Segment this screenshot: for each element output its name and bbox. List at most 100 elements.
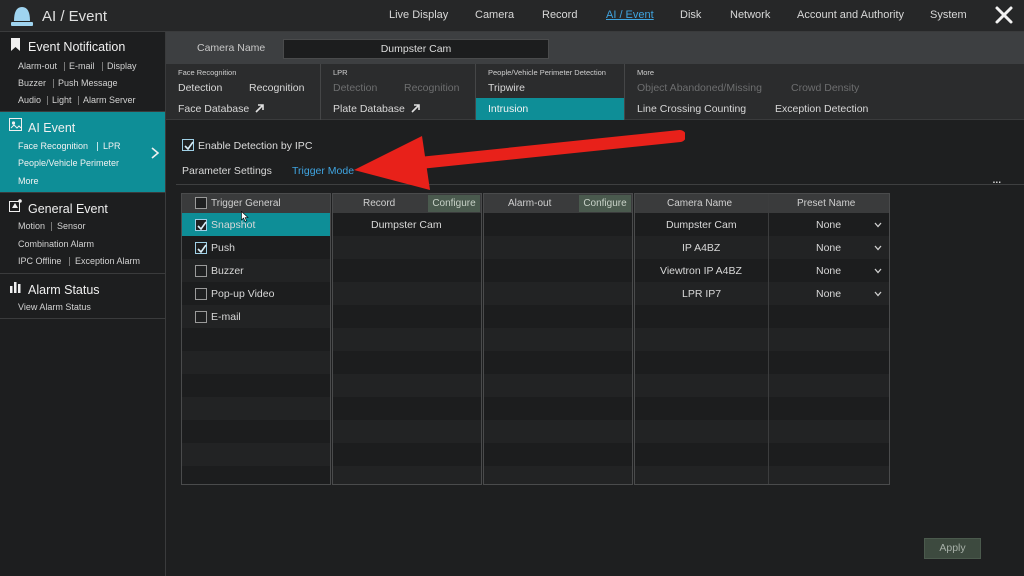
- sidebar-item-motion[interactable]: Motion: [18, 221, 45, 231]
- sidebar-item-combination-alarm[interactable]: Combination Alarm: [18, 239, 94, 249]
- preset-select[interactable]: None: [816, 219, 841, 231]
- tab-trigger-mode[interactable]: Trigger Mode: [292, 165, 354, 177]
- push-label: Push: [211, 242, 235, 254]
- column-divider: [768, 194, 769, 484]
- sidebar-item-ipc-offline[interactable]: IPC Offline: [18, 256, 61, 266]
- divider: [97, 142, 98, 151]
- divider: [64, 62, 65, 71]
- external-link-icon: [255, 104, 265, 113]
- nav-system[interactable]: System: [930, 9, 967, 21]
- chevron-down-icon[interactable]: [874, 268, 882, 274]
- table-row: [182, 443, 330, 466]
- more-options-icon[interactable]: ...: [992, 170, 1002, 186]
- divider: [102, 62, 103, 71]
- face-detection-link[interactable]: Detection: [178, 82, 222, 94]
- sidebar-item-light[interactable]: Light: [52, 95, 72, 105]
- divider: [53, 79, 54, 88]
- sidebar-item-email[interactable]: E-mail: [69, 61, 95, 71]
- sidebar-item-buzzer[interactable]: Buzzer: [18, 78, 46, 88]
- preset-select[interactable]: None: [816, 242, 841, 254]
- chevron-down-icon[interactable]: [874, 245, 882, 251]
- intrusion-link[interactable]: Intrusion: [488, 103, 528, 115]
- table-row: [484, 328, 632, 351]
- sidebar-item-more[interactable]: More: [18, 176, 39, 186]
- checkmark-icon: [197, 244, 207, 254]
- alarm-out-header: Alarm-out: [508, 198, 552, 209]
- sidebar-item-display[interactable]: Display: [107, 61, 137, 71]
- nav-ai-event[interactable]: AI / Event: [606, 9, 654, 21]
- trigger-general-panel: Trigger General Snapshot Push Buzzer Pop…: [181, 193, 331, 485]
- table-row: [333, 374, 481, 397]
- sidebar-section-general-event[interactable]: General Event Motion Sensor Combination …: [0, 193, 165, 274]
- preset-select[interactable]: None: [816, 265, 841, 277]
- divider: [69, 257, 70, 266]
- lpr-recognition-link[interactable]: Recognition: [404, 82, 459, 94]
- sidebar-section-alarm-status[interactable]: Alarm Status View Alarm Status: [0, 274, 165, 319]
- face-database-link[interactable]: Face Database: [178, 103, 265, 115]
- nav-record[interactable]: Record: [542, 9, 577, 21]
- preset-camera-cell: IP A4BZ: [682, 242, 721, 254]
- table-row: [333, 236, 481, 259]
- table-row: [635, 282, 889, 305]
- record-panel: Record Configure Dumpster Cam: [332, 193, 482, 485]
- chevron-down-icon[interactable]: [874, 222, 882, 228]
- app-title: AI / Event: [42, 8, 108, 25]
- camera-select[interactable]: Dumpster Cam: [283, 39, 549, 59]
- table-row: [484, 236, 632, 259]
- alarm-out-configure-button[interactable]: Configure: [579, 195, 631, 212]
- push-checkbox[interactable]: [195, 242, 207, 254]
- preset-select[interactable]: None: [816, 288, 841, 300]
- record-camera-cell[interactable]: Dumpster Cam: [371, 219, 442, 231]
- apply-button[interactable]: Apply: [924, 538, 981, 559]
- exception-detection-link[interactable]: Exception Detection: [775, 103, 868, 115]
- table-row: [182, 351, 330, 374]
- enable-detection-checkbox[interactable]: [182, 139, 194, 151]
- trigger-all-checkbox[interactable]: [195, 197, 207, 209]
- sidebar-section-event-notification[interactable]: Event Notification Alarm-out E-mail Disp…: [0, 32, 165, 112]
- popup-video-checkbox[interactable]: [195, 288, 207, 300]
- crowd-density-link[interactable]: Crowd Density: [791, 82, 859, 94]
- nav-network[interactable]: Network: [730, 9, 770, 21]
- record-configure-button[interactable]: Configure: [428, 195, 480, 212]
- object-abandoned-link[interactable]: Object Abandoned/Missing: [637, 82, 762, 94]
- nav-disk[interactable]: Disk: [680, 9, 701, 21]
- snapshot-checkbox[interactable]: [195, 219, 207, 231]
- sidebar-item-push-message[interactable]: Push Message: [58, 78, 118, 88]
- sidebar-item-exception-alarm[interactable]: Exception Alarm: [75, 256, 140, 266]
- table-row: [182, 397, 330, 420]
- plate-database-link[interactable]: Plate Database: [333, 103, 421, 115]
- sidebar-item-alarm-server[interactable]: Alarm Server: [83, 95, 136, 105]
- sidebar-item-perimeter[interactable]: People/Vehicle Perimeter: [18, 158, 119, 168]
- preset-panel: Camera Name Preset Name Dumpster Cam Non…: [634, 193, 890, 485]
- sidebar-item-lpr[interactable]: LPR: [103, 141, 121, 151]
- chevron-down-icon[interactable]: [874, 291, 882, 297]
- sidebar-item-view-alarm-status[interactable]: View Alarm Status: [18, 302, 91, 312]
- nav-live-display[interactable]: Live Display: [389, 9, 448, 21]
- line-crossing-counting-link[interactable]: Line Crossing Counting: [637, 103, 746, 115]
- popup-video-label: Pop-up Video: [211, 288, 275, 300]
- table-row: [635, 236, 889, 259]
- table-row: [333, 328, 481, 351]
- bookmark-icon: [11, 38, 20, 51]
- nav-camera[interactable]: Camera: [475, 9, 514, 21]
- alarm-out-panel: Alarm-out Configure: [483, 193, 633, 485]
- sidebar-item-alarm-out[interactable]: Alarm-out: [18, 61, 57, 71]
- preset-camera-cell: LPR IP7: [682, 288, 722, 300]
- sidebar-item-audio[interactable]: Audio: [18, 95, 41, 105]
- nav-account-authority[interactable]: Account and Authority: [797, 9, 904, 21]
- sidebar-item-face-recognition[interactable]: Face Recognition: [18, 141, 88, 151]
- lpr-detection-link[interactable]: Detection: [333, 82, 377, 94]
- tab-parameter-settings[interactable]: Parameter Settings: [182, 165, 272, 177]
- table-row: [333, 420, 481, 443]
- preset-camera-cell: Viewtron IP A4BZ: [660, 265, 742, 277]
- table-row: [635, 328, 889, 351]
- sidebar: Event Notification Alarm-out E-mail Disp…: [0, 32, 166, 576]
- face-recognition-link[interactable]: Recognition: [249, 82, 304, 94]
- email-checkbox[interactable]: [195, 311, 207, 323]
- sidebar-item-sensor[interactable]: Sensor: [57, 221, 86, 231]
- buzzer-checkbox[interactable]: [195, 265, 207, 277]
- close-icon[interactable]: [994, 5, 1014, 25]
- tripwire-link[interactable]: Tripwire: [488, 82, 525, 94]
- external-link-icon: [411, 104, 420, 113]
- sidebar-section-ai-event[interactable]: AI Event Face Recognition LPR People/Veh…: [0, 112, 165, 193]
